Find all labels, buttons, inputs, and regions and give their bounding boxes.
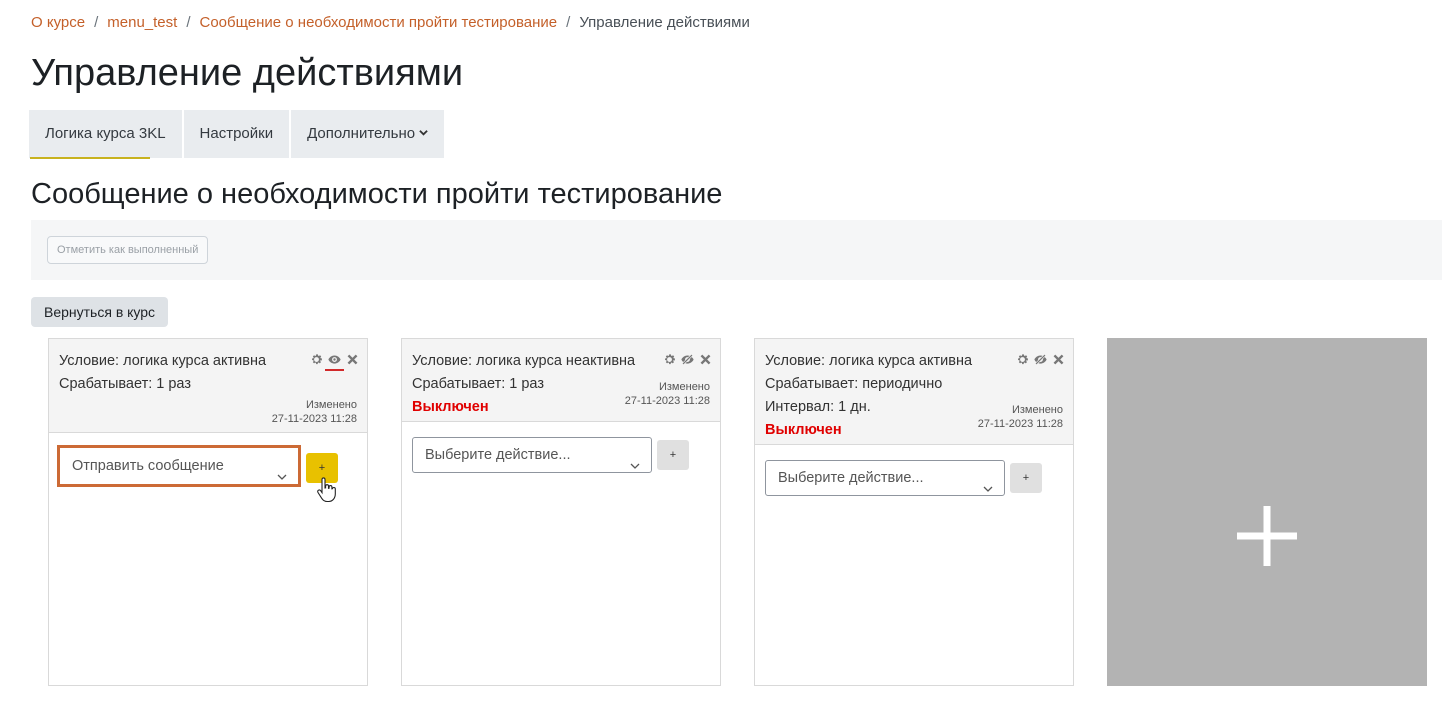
back-to-course-button[interactable]: Вернуться в курс	[31, 297, 169, 327]
tab-label: Дополнительно	[307, 125, 416, 142]
tab-label: Логика курса 3KL	[45, 125, 166, 142]
card-icons	[663, 353, 712, 366]
eye-slash-icon[interactable]	[1034, 353, 1047, 366]
tab-course-logic[interactable]: Логика курса 3KL	[29, 110, 182, 159]
breadcrumb: О курсе / menu_test / Сообщение о необходимо…	[31, 13, 750, 33]
tab-label: Настройки	[199, 125, 274, 142]
gear-icon[interactable]	[663, 353, 676, 366]
chevron-down-icon	[419, 111, 428, 159]
close-icon[interactable]	[1052, 353, 1065, 366]
tab-more[interactable]: Дополнительно	[291, 110, 445, 159]
logic-card: Условие: логика курса активна Срабатывае…	[754, 338, 1074, 686]
card-body: Отправить сообщение +	[49, 433, 367, 503]
card-trigger: Срабатывает: 1 раз	[59, 376, 191, 392]
add-action-button[interactable]: +	[1010, 463, 1042, 493]
action-row: Отправить сообщение +	[57, 445, 357, 487]
modified-date: 27-11-2023 11:28	[271, 413, 357, 425]
card-modified: Изменено 27-11-2023 11:28	[59, 398, 357, 426]
add-logic-card-button[interactable]	[1107, 338, 1427, 686]
logic-card: Условие: логика курса неактивна Срабатыв…	[401, 338, 721, 686]
tab-settings[interactable]: Настройки	[183, 110, 290, 158]
breadcrumb-link-menu-test[interactable]: menu_test	[107, 14, 177, 31]
action-select-value: Выберите действие...	[778, 470, 924, 486]
eye-slash-icon[interactable]	[681, 353, 694, 366]
completion-bar: Отметить как выполненный	[31, 220, 1442, 280]
action-row: Выберите действие... +	[412, 437, 710, 473]
breadcrumb-separator: /	[94, 14, 99, 31]
card-body: Выберите действие... +	[755, 445, 1073, 511]
card-header: Условие: логика курса активна Срабатывае…	[755, 339, 1073, 445]
modified-label: Изменено	[305, 399, 357, 411]
breadcrumb-separator: /	[186, 14, 191, 31]
breadcrumb-current: Управление действиями	[579, 14, 750, 31]
action-select[interactable]: Выберите действие...	[412, 437, 652, 473]
card-header: Условие: логика курса активна Срабатывае…	[49, 339, 367, 433]
active-indicator	[325, 369, 344, 371]
gear-icon[interactable]	[1016, 353, 1029, 366]
action-select[interactable]: Отправить сообщение	[57, 445, 301, 487]
chevron-down-icon	[277, 460, 287, 480]
breadcrumb-link-activity[interactable]: Сообщение о необходимости пройти тестиро…	[199, 14, 557, 31]
breadcrumb-link-course[interactable]: О курсе	[31, 14, 85, 31]
section-title: Сообщение о необходимости пройти тестиро…	[31, 178, 723, 210]
card-header: Условие: логика курса неактивна Срабатыв…	[402, 339, 720, 422]
plus-icon	[1237, 506, 1297, 566]
action-row: Выберите действие... +	[765, 460, 1063, 496]
close-icon[interactable]	[346, 353, 359, 366]
breadcrumb-separator: /	[566, 14, 571, 31]
page-title: Управление действиями	[31, 52, 464, 94]
hand-cursor-icon	[315, 477, 337, 503]
chevron-down-icon	[630, 450, 640, 469]
card-icons	[310, 353, 359, 371]
action-select[interactable]: Выберите действие...	[765, 460, 1005, 496]
card-icons	[1016, 353, 1065, 366]
gear-icon[interactable]	[310, 353, 323, 366]
chevron-down-icon	[983, 473, 993, 492]
add-action-button[interactable]: +	[657, 440, 689, 470]
mark-done-button[interactable]: Отметить как выполненный	[47, 236, 209, 264]
card-trigger: Срабатывает: периодично	[765, 376, 943, 392]
tab-bar: Логика курса 3KL Настройки Дополнительно	[29, 110, 445, 159]
logic-card: Условие: логика курса активна Срабатывае…	[48, 338, 368, 686]
action-select-value: Отправить сообщение	[72, 458, 224, 474]
close-icon[interactable]	[699, 353, 712, 366]
card-body: Выберите действие... +	[402, 422, 720, 488]
action-select-value: Выберите действие...	[425, 447, 571, 463]
eye-icon[interactable]	[325, 353, 344, 371]
